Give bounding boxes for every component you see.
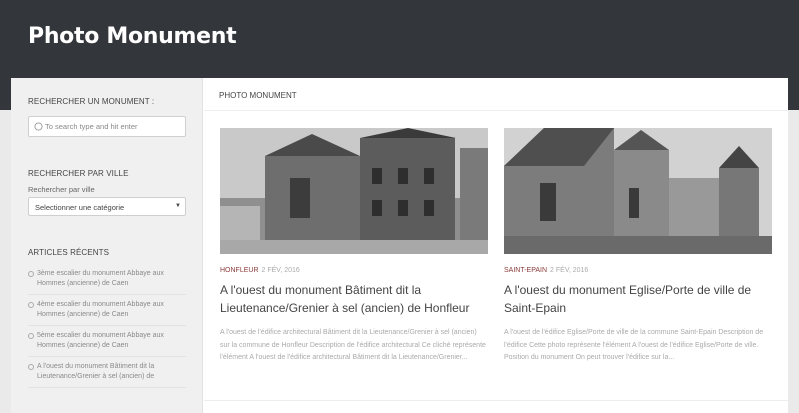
sidebar: RECHERCHER UN MONUMENT : RECHERCHER PAR … <box>11 78 203 413</box>
page-container: RECHERCHER UN MONUMENT : RECHERCHER PAR … <box>11 78 788 413</box>
search-input[interactable] <box>45 119 183 134</box>
post-thumbnail-image[interactable] <box>220 128 488 254</box>
recent-post-link[interactable]: A l'ouest du monument Bâtiment dit la Li… <box>37 363 154 380</box>
recent-post-item[interactable]: 4ème escalier du monument Abbaye aux Hom… <box>28 295 186 326</box>
caret-down-icon: ▼ <box>175 203 181 209</box>
recent-post-link[interactable]: 5ème escalier du monument Abbaye aux Hom… <box>37 332 164 349</box>
divider <box>204 400 788 401</box>
circle-bullet-icon <box>28 333 34 339</box>
post-meta: HONFLEUR 2 FÉV, 2016 <box>220 267 488 274</box>
post-title-link[interactable]: A l'ouest du monument Bâtiment dit la Li… <box>220 283 469 315</box>
city-select[interactable]: Selectionner une catégorie ▼ <box>28 197 186 216</box>
recent-post-item[interactable]: 3ème escalier du monument Abbaye aux Hom… <box>28 264 186 295</box>
circle-bullet-icon <box>28 271 34 277</box>
recent-post-link[interactable]: 3ème escalier du monument Abbaye aux Hom… <box>37 270 164 287</box>
post-card: HONFLEUR 2 FÉV, 2016 A l'ouest du monumen… <box>220 128 488 365</box>
site-title-link[interactable]: Photo Monument <box>28 24 237 49</box>
search-heading: RECHERCHER UN MONUMENT : <box>28 97 155 106</box>
post-title-link[interactable]: A l'ouest du monument Eglise/Porte de vi… <box>504 283 751 315</box>
circle-bullet-icon <box>28 302 34 308</box>
recent-post-item[interactable]: A l'ouest du monument Bâtiment dit la Li… <box>28 357 186 388</box>
city-select-value: Selectionner une catégorie <box>35 203 125 212</box>
post-title: A l'ouest du monument Eglise/Porte de vi… <box>504 281 772 317</box>
search-box[interactable] <box>28 116 186 137</box>
site-title[interactable]: Photo Monument <box>28 24 237 49</box>
main-content: PHOTO MONUMENT HONFLEUR 2 FÉV, 2016 A l'… <box>204 78 788 413</box>
post-title: A l'ouest du monument Bâtiment dit la Li… <box>220 281 488 317</box>
circle-bullet-icon <box>28 364 34 370</box>
post-meta: SAINT-EPAIN 2 FÉV, 2016 <box>504 267 772 274</box>
post-date: 2 FÉV, 2016 <box>261 267 300 274</box>
post-category-link[interactable]: HONFLEUR <box>220 267 259 274</box>
post-date: 2 FÉV, 2016 <box>550 267 589 274</box>
recent-post-link[interactable]: 4ème escalier du monument Abbaye aux Hom… <box>37 301 164 318</box>
post-category-link[interactable]: SAINT-EPAIN <box>504 267 547 274</box>
post-excerpt: A l'ouest de l'édifice Eglise/Porte de v… <box>504 329 764 361</box>
city-heading: RECHERCHER PAR VILLE <box>28 169 129 178</box>
recent-posts-list: 3ème escalier du monument Abbaye aux Hom… <box>28 264 186 388</box>
recent-post-item[interactable]: 5ème escalier du monument Abbaye aux Hom… <box>28 326 186 357</box>
divider <box>204 110 788 111</box>
breadcrumb: PHOTO MONUMENT <box>219 91 297 100</box>
search-icon <box>34 122 43 131</box>
post-card: SAINT-EPAIN 2 FÉV, 2016 A l'ouest du monu… <box>504 128 772 365</box>
recent-heading: ARTICLES RÉCENTS <box>28 248 110 257</box>
city-label: Rechercher par ville <box>28 185 95 194</box>
post-thumbnail-image[interactable] <box>504 128 772 254</box>
post-excerpt: A l'ouest de l'édifice architectural Bât… <box>220 329 486 361</box>
